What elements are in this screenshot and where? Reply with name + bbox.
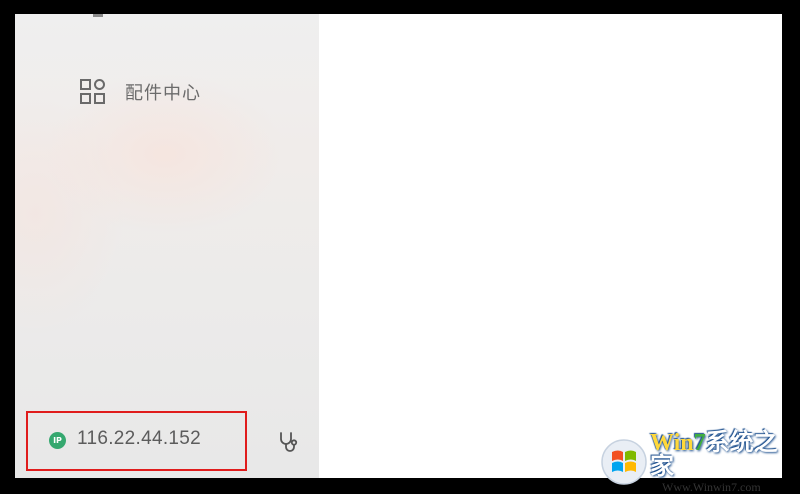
site-watermark: Win7系统之家 Www.Winwin7.com bbox=[600, 431, 800, 493]
sidebar-item-label: 配件中心 bbox=[125, 83, 201, 104]
apps-grid-icon bbox=[79, 78, 109, 106]
sidebar: 配件中心 IP 116.22.44.152 bbox=[15, 14, 319, 478]
sidebar-top-edge bbox=[93, 14, 103, 17]
sidebar-item-accessory-center[interactable]: 配件中心 bbox=[79, 78, 201, 106]
ip-address: 116.22.44.152 bbox=[77, 428, 201, 449]
watermark-title: Win7系统之家 bbox=[650, 430, 778, 480]
main-content-area bbox=[319, 14, 782, 478]
watermark-subtitle: Www.Winwin7.com bbox=[662, 480, 761, 494]
app-window: 配件中心 IP 116.22.44.152 bbox=[15, 14, 782, 478]
windows-logo-icon bbox=[600, 438, 648, 486]
ip-badge-icon: IP bbox=[49, 432, 66, 449]
stethoscope-icon[interactable] bbox=[277, 430, 301, 454]
